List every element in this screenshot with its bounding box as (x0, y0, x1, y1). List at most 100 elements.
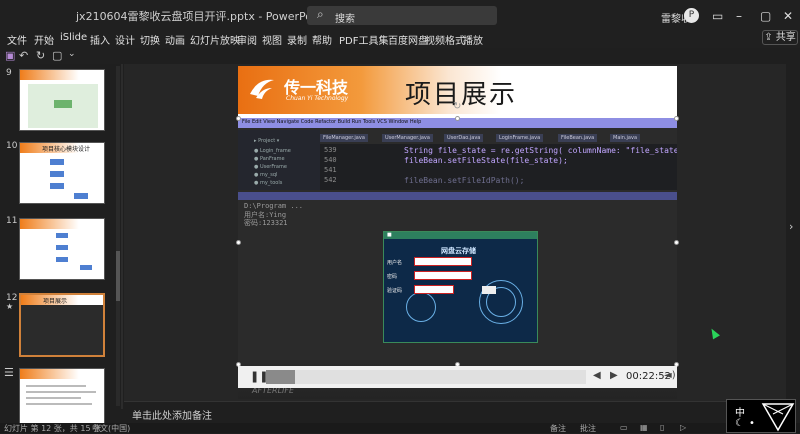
decor-circle (406, 292, 436, 322)
menu-design[interactable]: 设计 (115, 32, 135, 47)
customize-qat-icon[interactable]: ⌄ (68, 49, 76, 59)
ide-code-editor: 539 String file_state = re.getString( co… (320, 144, 677, 190)
ribbon-tabs: 文件 开始 iSlide 插入 设计 切换 动画 幻灯片放映 审阅 视图 录制 … (0, 29, 800, 48)
scrollbar-thumb[interactable] (116, 251, 120, 301)
undo-icon[interactable]: ↶ (19, 49, 28, 62)
tree-item: ● PanFrame (254, 156, 285, 162)
embedded-video[interactable]: File Edit View Navigate Code Refactor Bu… (238, 118, 677, 399)
thumbnail-scrollbar[interactable] (116, 66, 120, 406)
menu-slideshow[interactable]: 幻灯片放映 (190, 32, 240, 47)
restore-icon[interactable]: ▢ (760, 9, 771, 23)
thumb-text-line (26, 385, 86, 387)
share-button[interactable]: ⇪ 共享 (762, 30, 798, 45)
share-label: 共享 (775, 32, 796, 43)
notes-placeholder: 单击此处添加备注 (132, 411, 212, 422)
resize-handle[interactable] (455, 116, 460, 121)
menu-insert[interactable]: 插入 (90, 32, 110, 47)
resize-handle[interactable] (236, 240, 241, 245)
tree-item: ● UserFrame (254, 164, 287, 170)
window-title: jx210604雷黎收云盘项目开评.pptx - PowerPoint (76, 10, 327, 23)
volume-icon[interactable]: ◄) (664, 370, 676, 381)
menu-view[interactable]: 视图 (262, 32, 282, 47)
username-input[interactable] (414, 257, 472, 266)
slide-thumbnail-12[interactable]: 项目展示 (19, 293, 105, 357)
redo-icon[interactable]: ↻ (36, 49, 45, 62)
ide-tab: UserManager.java (382, 134, 433, 142)
ime-language[interactable]: 中 (735, 404, 745, 419)
captcha-input[interactable] (414, 285, 454, 294)
tree-item: ● my_tools (254, 180, 283, 186)
slide-thumbnail-10[interactable]: 项目核心模块设计 (19, 142, 105, 204)
outline-icon[interactable]: ☰ (4, 366, 14, 379)
menu-video-format[interactable]: 视频格式 (425, 32, 465, 47)
notes-button[interactable]: 备注 (550, 423, 566, 434)
sorter-view-icon[interactable]: ▦ (640, 423, 648, 432)
resize-handle[interactable] (674, 116, 679, 121)
slide-thumbnail-9[interactable] (19, 69, 105, 131)
ime-moon-icon[interactable]: ☾ (735, 418, 744, 429)
avatar[interactable]: P (684, 8, 699, 23)
ime-dot-icon[interactable]: • (749, 418, 755, 429)
pane-expand-icon[interactable]: › (789, 220, 793, 233)
thumb-flow-node (50, 171, 64, 177)
ime-logo-icon (761, 403, 795, 432)
menu-islide[interactable]: iSlide (60, 32, 87, 43)
rotate-handle-icon[interactable]: ↻ (453, 101, 461, 112)
menu-review[interactable]: 审阅 (237, 32, 257, 47)
search-box[interactable]: ⌕ 搜索 (307, 6, 497, 25)
menu-playback[interactable]: 播放 (463, 32, 483, 47)
code-line: String file_state = re.getString( column… (404, 146, 677, 155)
login-window-titlebar: ■ (384, 232, 537, 239)
notes-pane[interactable]: 单击此处添加备注 (124, 401, 786, 423)
slideshow-start-icon[interactable]: ▢ (52, 49, 62, 62)
thumb-text-line (26, 403, 92, 405)
ribbon-display-icon[interactable]: ▭ (712, 9, 723, 23)
thumb-flow-node (56, 245, 68, 250)
media-progress-fill (266, 370, 295, 384)
menu-file[interactable]: 文件 (7, 32, 27, 47)
menu-animations[interactable]: 动画 (165, 32, 185, 47)
quick-access-toolbar: ▣ ↶ ↻ ▢ ⌄ (0, 48, 120, 64)
slideshow-view-icon[interactable]: ▷ (680, 423, 686, 432)
ide-tab: Main.java (610, 134, 641, 142)
captcha-image[interactable] (482, 286, 496, 294)
rewind-icon[interactable]: ◀ (593, 370, 601, 381)
menu-baidu-netdisk[interactable]: 百度网盘 (388, 32, 428, 47)
password-input[interactable] (414, 271, 472, 280)
console-line: 密码:123321 (244, 219, 288, 227)
resize-handle[interactable] (236, 116, 241, 121)
ime-toolbar[interactable]: 中 ☾ • (726, 399, 796, 433)
media-progress-bar[interactable] (266, 370, 586, 384)
tree-item: ● my_sql (254, 172, 278, 178)
thumb-text-line (26, 397, 81, 399)
forward-icon[interactable]: ▶ (610, 370, 618, 381)
pane-divider[interactable] (121, 64, 123, 409)
menu-home[interactable]: 开始 (34, 32, 54, 47)
ide-project-tree: ▸ Project ▾ ● Login_frame ● PanFrame ● U… (238, 130, 320, 190)
thumb-screenshot (21, 305, 103, 355)
menu-transitions[interactable]: 切换 (140, 32, 160, 47)
resize-handle[interactable] (674, 240, 679, 245)
close-icon[interactable]: ✕ (783, 9, 793, 23)
thumb-header-band (20, 70, 104, 80)
comments-button[interactable]: 批注 (580, 423, 596, 434)
reading-view-icon[interactable]: ▯ (660, 423, 664, 432)
thumb-flow-node (56, 257, 68, 262)
slide-number: 10 (6, 141, 18, 151)
console-line: D:\Program ... (244, 202, 304, 210)
code-line: fileBean.setFileState(file_state); (404, 156, 568, 165)
slide-thumbnail-11[interactable] (19, 218, 105, 280)
slide-count: 幻灯片 第 12 张，共 15 张 (4, 424, 102, 433)
thumb-header-band (20, 219, 104, 229)
normal-view-icon[interactable]: ▭ (620, 423, 628, 432)
thumb-flow-node (74, 193, 88, 199)
slide-thumbnail-13[interactable] (19, 368, 105, 424)
menu-record[interactable]: 录制 (287, 32, 307, 47)
language: 中文(中国) (92, 424, 131, 433)
minimize-icon[interactable]: – (736, 9, 742, 23)
title-bar: jx210604雷黎收云盘项目开评.pptx - PowerPoint ⌕ 搜索… (0, 0, 800, 29)
save-icon[interactable]: ▣ (5, 49, 15, 62)
menu-pdf-tools[interactable]: PDF工具集 (339, 32, 388, 47)
ide-tab: FileManager.java (320, 134, 368, 142)
menu-help[interactable]: 帮助 (312, 32, 332, 47)
